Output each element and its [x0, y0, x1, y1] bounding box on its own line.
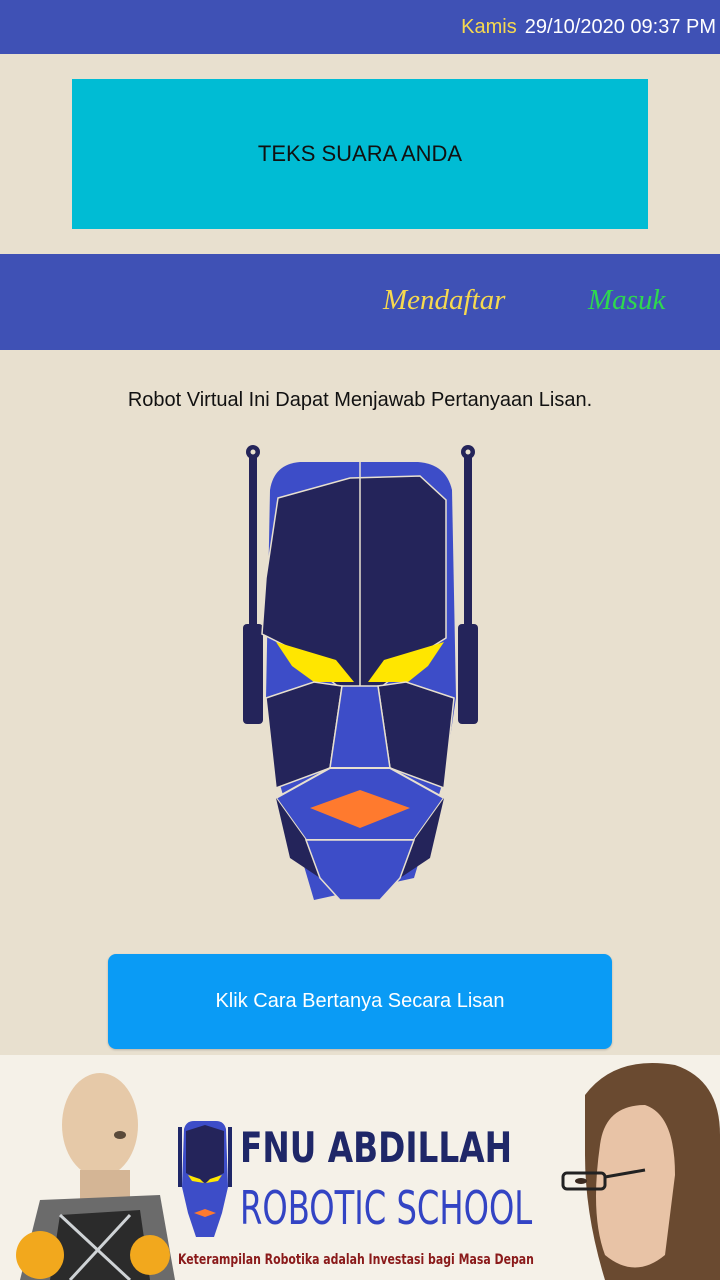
- female-humanoid-photo: [545, 1055, 720, 1280]
- voice-text: TEKS SUARA ANDA: [257, 141, 463, 166]
- school-banner: FNU ABDILLAH ROBOTIC SCHOOL Keterampilan…: [0, 1055, 720, 1280]
- right-antenna: [458, 445, 478, 724]
- login-link[interactable]: Masuk: [588, 284, 665, 317]
- banner-tagline: Keterampilan Robotika adalah Investasi b…: [178, 1252, 534, 1268]
- description-text: Robot Virtual Ini Dapat Menjawab Pertany…: [127, 389, 593, 411]
- voice-text-display: TEKS SUARA ANDA: [72, 79, 648, 229]
- status-bar: Kamis 29/10/2020 09:37 PM: [0, 0, 720, 54]
- humanoid-robot-photo: [0, 1055, 175, 1280]
- banner-subtitle: ROBOTIC SCHOOL: [240, 1181, 533, 1235]
- register-link[interactable]: Mendaftar: [383, 284, 505, 317]
- nav-bar: Mendaftar Masuk: [0, 254, 720, 350]
- school-logo-icon: [178, 1121, 232, 1237]
- datetime-label: 29/10/2020 09:37 PM: [524, 15, 716, 38]
- ask-button-label: Klik Cara Bertanya Secara Lisan: [215, 990, 505, 1012]
- banner-title: FNU ABDILLAH: [240, 1123, 513, 1172]
- day-label: Kamis: [461, 15, 517, 38]
- ask-verbally-button[interactable]: Klik Cara Bertanya Secara Lisan: [108, 954, 612, 1049]
- robot-head-illustration[interactable]: [230, 438, 490, 908]
- left-antenna: [243, 445, 263, 724]
